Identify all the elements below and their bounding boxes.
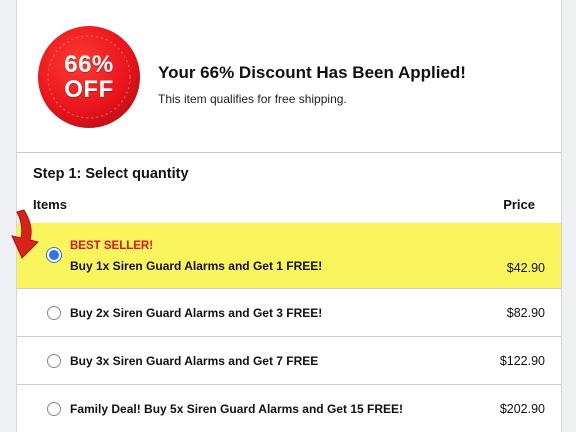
pointer-arrow-icon: [11, 209, 39, 259]
option-price: $82.90: [506, 306, 545, 320]
radio-button[interactable]: [47, 354, 61, 368]
quantity-option-1[interactable]: BEST SELLER! Buy 1x Siren Guard Alarms a…: [17, 223, 561, 289]
checkout-panel: 66% OFF Your 66% Discount Has Been Appli…: [16, 0, 562, 432]
option-label: Family Deal! Buy 5x Siren Guard Alarms a…: [70, 402, 403, 416]
radio-button[interactable]: [47, 306, 61, 320]
seal-text: 66% OFF: [37, 25, 141, 129]
quantity-option-3[interactable]: Buy 3x Siren Guard Alarms and Get 7 FREE…: [17, 337, 561, 385]
option-label: Buy 3x Siren Guard Alarms and Get 7 FREE: [70, 354, 319, 368]
discount-title: Your 66% Discount Has Been Applied!: [158, 63, 466, 82]
price-column-header: Price: [503, 197, 535, 212]
shipping-note: This item qualifies for free shipping.: [158, 92, 347, 106]
quantity-option-2[interactable]: Buy 2x Siren Guard Alarms and Get 3 FREE…: [17, 289, 561, 337]
option-label: Buy 2x Siren Guard Alarms and Get 3 FREE…: [70, 306, 323, 320]
radio-button[interactable]: [47, 402, 61, 416]
discount-seal-icon: 66% OFF: [37, 25, 141, 129]
best-seller-badge: BEST SELLER!: [70, 240, 154, 252]
option-label: Buy 1x Siren Guard Alarms and Get 1 FREE…: [70, 259, 323, 273]
discount-banner: 66% OFF Your 66% Discount Has Been Appli…: [17, 0, 561, 153]
seal-off: OFF: [64, 76, 114, 103]
seal-percent: 66%: [64, 51, 114, 78]
option-price: $202.90: [499, 402, 545, 416]
quantity-option-4[interactable]: Family Deal! Buy 5x Siren Guard Alarms a…: [17, 385, 561, 432]
option-price: $122.90: [499, 354, 545, 368]
option-price: $42.90: [506, 261, 545, 275]
step-title: Step 1: Select quantity: [33, 166, 189, 182]
quantity-options: BEST SELLER! Buy 1x Siren Guard Alarms a…: [17, 223, 561, 432]
